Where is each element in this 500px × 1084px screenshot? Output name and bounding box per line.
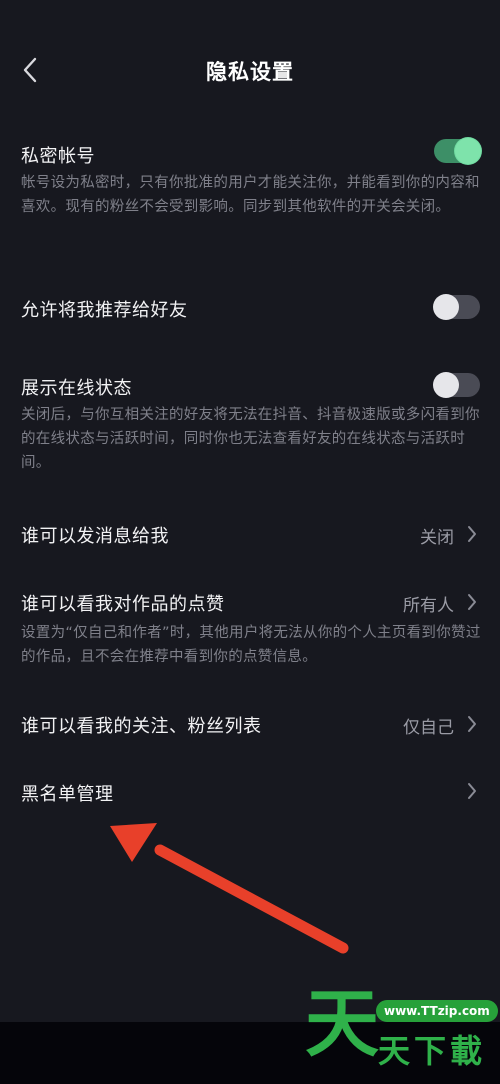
setting-blacklist[interactable]: 黑名单管理 [0, 774, 500, 810]
recommend-to-friends-toggle[interactable] [433, 294, 480, 320]
private-account-label: 私密帐号 [21, 146, 95, 167]
watermark-logo-char: 天 [305, 981, 379, 1067]
privacy-settings-screen: 隐私设置 私密帐号 帐号设为私密时，只有你批准的用户才能关注你，并能看到你的内容… [0, 0, 500, 1084]
who-can-see-follow-list-label: 谁可以看我的关注、粉丝列表 [21, 716, 262, 737]
setting-who-can-message[interactable]: 谁可以发消息给我 关闭 [0, 516, 500, 552]
watermark-text: 天下載 [378, 1032, 487, 1070]
setting-private-account: 私密帐号 帐号设为私密时，只有你批准的用户才能关注你，并能看到你的内容和喜欢。现… [0, 138, 500, 248]
chevron-right-icon [468, 783, 476, 799]
toggle-knob [455, 138, 481, 164]
recommend-to-friends-label: 允许将我推荐给好友 [21, 300, 188, 321]
chevron-right-icon [468, 594, 476, 610]
who-can-message-value: 关闭 [420, 528, 454, 548]
toggle-knob [433, 372, 459, 398]
who-can-see-likes-label: 谁可以看我对作品的点赞 [21, 594, 225, 615]
header: 隐私设置 [0, 0, 500, 140]
who-can-see-follow-list-value: 仅自己 [403, 718, 454, 738]
toggle-knob [433, 294, 459, 320]
chevron-right-icon [468, 716, 476, 732]
page-title: 隐私设置 [206, 60, 294, 84]
who-can-see-likes-value: 所有人 [403, 596, 454, 616]
watermark-url: www.TTzip.com [376, 1000, 498, 1022]
who-can-message-label: 谁可以发消息给我 [21, 526, 169, 547]
site-watermark: 天 www.TTzip.com 天下載 [305, 984, 500, 1070]
online-status-toggle[interactable] [433, 372, 480, 398]
who-can-see-likes-description: 设置为“仅自己和作者”时，其他用户将无法从你的个人主页看到你赞过的作品，且不会在… [21, 625, 481, 665]
private-account-description: 帐号设为私密时，只有你批准的用户才能关注你，并能看到你的内容和喜欢。现有的粉丝不… [21, 175, 480, 215]
setting-recommend-to-friends[interactable]: 允许将我推荐给好友 [0, 290, 500, 330]
setting-who-can-see-follow-list[interactable]: 谁可以看我的关注、粉丝列表 仅自己 [0, 706, 500, 742]
blacklist-label: 黑名单管理 [21, 784, 114, 805]
setting-online-status: 展示在线状态 关闭后，与你互相关注的好友将无法在抖音、抖音极速版或多闪看到你的在… [0, 370, 500, 480]
chevron-right-icon [468, 526, 476, 542]
online-status-description: 关闭后，与你互相关注的好友将无法在抖音、抖音极速版或多闪看到你的在线状态与活跃时… [21, 407, 480, 471]
setting-who-can-see-likes[interactable]: 谁可以看我对作品的点赞 所有人 设置为“仅自己和作者”时，其他用户将无法从你的个… [0, 584, 500, 674]
private-account-toggle[interactable] [434, 138, 481, 164]
online-status-label: 展示在线状态 [21, 378, 132, 399]
